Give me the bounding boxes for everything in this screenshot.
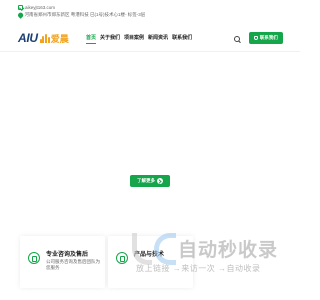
service-card-desc: 公司服务咨询及售后团队为您服务 [46,259,100,270]
top-info-bar: aikeyjt163.com 河南省郑州市郑东新区 粤港科技 已(1号)技术心1… [0,0,300,24]
contact-button-label: 联系我们 [259,35,278,40]
watermark-title: 自动秒收录 [178,240,279,261]
watermark-logo [132,231,176,267]
headset-icon [28,252,40,264]
nav-item-home[interactable]: 首页 [86,34,97,44]
phone-icon [254,36,259,40]
site-logo[interactable]: AIU 爱晨 [18,29,69,47]
logo-text-cn: 爱晨 [50,33,69,44]
contact-button[interactable]: 联系我们 [249,32,283,44]
nav-item-news[interactable]: 新闻资讯 [148,34,168,44]
chevron-right-icon [157,178,163,184]
site-header: AIU 爱晨 首页 关于我们 项目案例 新闻资讯 联系我们 联系我们 [0,24,300,52]
mail-icon [18,4,23,10]
email-text[interactable]: aikeyjt163.com [25,5,55,10]
learn-more-label: 了解更多 [137,178,155,183]
watermark-subtitle: 放上链接 →来访一次 →自动收录 [136,264,261,273]
logo-text-en: AIU [18,31,38,45]
learn-more-button[interactable]: 了解更多 [130,175,170,187]
service-card-title: 专业咨询及售后 [46,252,89,258]
email-line: aikeyjt163.com [18,3,55,11]
main-nav: 首页 关于我们 项目案例 新闻资讯 联系我们 [86,34,196,44]
watermark-overlay: 自动秒收录 放上链接 →来访一次 →自动收录 [118,229,298,279]
nav-item-projects[interactable]: 项目案例 [124,34,144,44]
nav-item-about[interactable]: 关于我们 [100,34,120,44]
address-text: 河南省郑州市郑东新区 粤港科技 已(1号)技术心1楼- 标签-3层 [24,12,146,17]
location-pin-icon [17,11,24,19]
nav-item-contact[interactable]: 联系我们 [172,34,192,44]
search-icon[interactable] [233,35,241,43]
service-card[interactable]: 专业咨询及售后 公司服务咨询及售后团队为您服务 [20,236,105,288]
address-line: 河南省郑州市郑东新区 粤港科技 已(1号)技术心1楼- 标签-3层 [17,11,146,19]
logo-sunburst-icon [39,33,50,43]
